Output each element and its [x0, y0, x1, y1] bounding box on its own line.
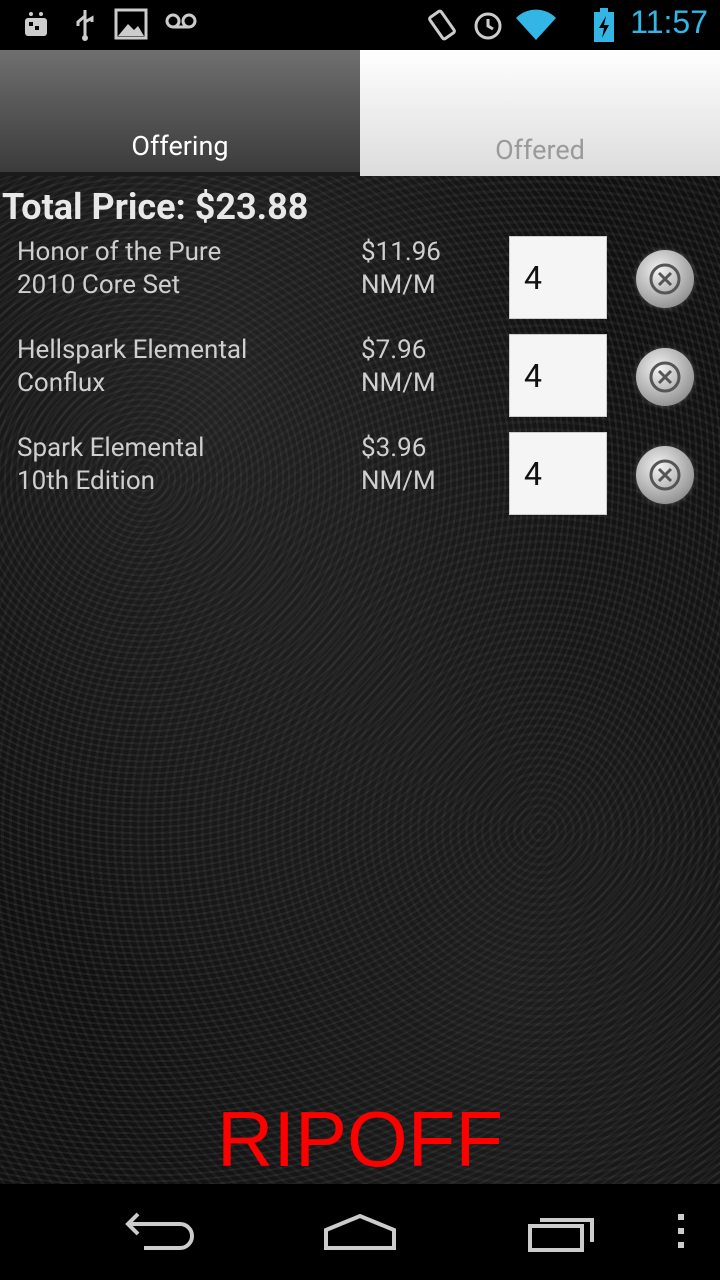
remove-button[interactable] [636, 250, 694, 308]
list-item: Honor of the Pure 2010 Core Set $11.96 N… [0, 236, 720, 326]
image-icon [114, 8, 148, 44]
tab-offered[interactable]: Offered [360, 50, 720, 176]
trade-verdict: RIPOFF [217, 1095, 503, 1183]
close-icon [649, 263, 681, 295]
wifi-icon [514, 8, 558, 46]
tab-bar: Offering Offered [0, 50, 720, 176]
remove-button[interactable] [636, 446, 694, 504]
card-price: $7.96 [361, 335, 427, 365]
clock-time: 11:57 [630, 4, 708, 40]
voicemail-icon [164, 8, 198, 38]
home-icon[interactable] [322, 1210, 398, 1258]
close-icon [649, 361, 681, 393]
trade-content: Total Price: $23.88 Honor of the Pure 20… [0, 176, 720, 1184]
rotation-icon [426, 8, 458, 46]
navigation-bar [0, 1184, 720, 1280]
list-item: Spark Elemental 10th Edition $3.96 NM/M … [0, 432, 720, 522]
total-price: Total Price: $23.88 [2, 186, 309, 228]
recent-apps-icon[interactable] [526, 1210, 598, 1258]
card-name: Hellspark Elemental [17, 335, 248, 365]
card-info: Honor of the Pure 2010 Core Set [17, 236, 221, 302]
card-pricing: $11.96 NM/M [361, 236, 441, 302]
card-set: 2010 Core Set [17, 270, 181, 300]
list-item: Hellspark Elemental Conflux $7.96 NM/M 4 [0, 334, 720, 424]
back-icon[interactable] [124, 1210, 196, 1258]
remove-button[interactable] [636, 348, 694, 406]
card-name: Honor of the Pure [17, 237, 222, 267]
card-pricing: $7.96 NM/M [361, 334, 436, 400]
card-condition: NM/M [361, 466, 436, 496]
battery-charging-icon [592, 8, 616, 46]
card-condition: NM/M [361, 368, 436, 398]
alarm-icon [472, 8, 504, 46]
card-pricing: $3.96 NM/M [361, 432, 436, 498]
card-name: Spark Elemental [17, 433, 205, 463]
card-info: Spark Elemental 10th Edition [17, 432, 204, 498]
tab-offering[interactable]: Offering [0, 50, 360, 176]
quantity-field[interactable]: 4 [509, 432, 607, 515]
close-icon [649, 459, 681, 491]
card-condition: NM/M [361, 270, 436, 300]
status-bar: 11:57 [0, 0, 720, 50]
overflow-menu-icon[interactable] [676, 1210, 686, 1258]
quantity-field[interactable]: 4 [509, 334, 607, 417]
android-debug-icon [20, 8, 52, 46]
card-set: 10th Edition [17, 466, 156, 496]
quantity-field[interactable]: 4 [509, 236, 607, 319]
card-price: $11.96 [361, 237, 441, 267]
card-set: Conflux [17, 368, 106, 398]
card-info: Hellspark Elemental Conflux [17, 334, 247, 400]
card-price: $3.96 [361, 433, 427, 463]
usb-icon [72, 8, 98, 46]
